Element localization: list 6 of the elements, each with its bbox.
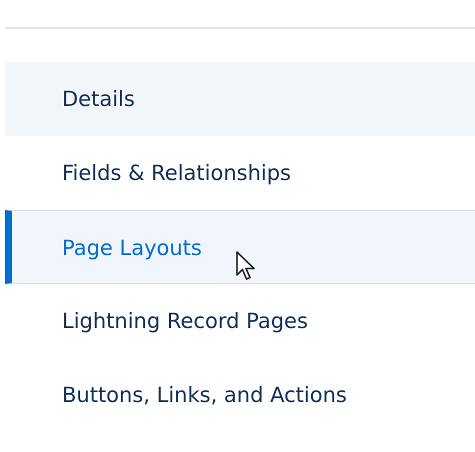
cursor-icon — [235, 250, 257, 282]
nav-item[interactable]: Page Layouts — [5, 210, 475, 284]
nav-item[interactable]: Details — [5, 62, 475, 136]
nav-item[interactable]: Buttons, Links, and Actions — [5, 358, 475, 432]
nav-item[interactable]: Lightning Record Pages — [5, 284, 475, 358]
nav-item[interactable]: Fields & Relationships — [5, 136, 475, 210]
